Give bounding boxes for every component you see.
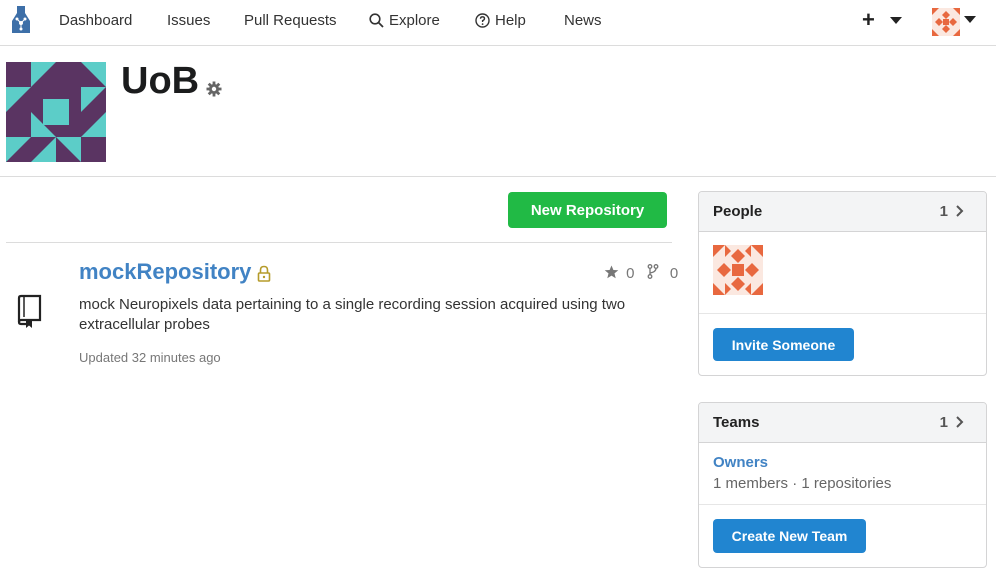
repo-stats: 0 0 <box>604 264 678 283</box>
team-list-item: Owners 1 members · 1 repositories <box>699 443 986 505</box>
fork-count: 0 <box>669 265 679 282</box>
teams-actions-section: Create New Team <box>699 505 986 567</box>
chevron-down-icon <box>964 16 976 23</box>
lock-icon <box>257 265 271 282</box>
people-card-header: People 1 <box>699 192 986 232</box>
nav-dashboard[interactable]: Dashboard <box>59 12 132 29</box>
chevron-right-icon[interactable] <box>954 414 966 430</box>
chevron-down-icon <box>890 17 902 24</box>
chevron-right-icon[interactable] <box>954 203 966 219</box>
nav-issues[interactable]: Issues <box>167 12 210 29</box>
nav-pull-requests[interactable]: Pull Requests <box>244 12 337 29</box>
member-avatar[interactable] <box>713 245 763 295</box>
header-divider <box>0 176 996 177</box>
gitea-logo-icon[interactable] <box>8 5 34 35</box>
create-new-team-button[interactable]: Create New Team <box>713 519 866 553</box>
nav-explore-label: Explore <box>389 12 440 29</box>
repo-description: mock Neuropixels data pertaining to a si… <box>79 296 626 333</box>
nav-help-label: Help <box>495 12 526 29</box>
repo-updated-time: Updated 32 minutes ago <box>79 350 221 365</box>
people-count-link[interactable]: 1 <box>940 203 948 220</box>
top-navbar: Dashboard Issues Pull Requests Explore H… <box>0 0 996 46</box>
star-count: 0 <box>626 265 635 282</box>
fork-icon <box>647 264 659 283</box>
repo-list-divider <box>6 242 672 243</box>
people-card: People 1 Invite Someone <box>698 191 987 376</box>
team-name-link[interactable]: Owners <box>713 454 768 471</box>
nav-news[interactable]: News <box>564 12 602 29</box>
teams-card-title: Teams <box>713 414 760 431</box>
plus-icon: + <box>862 7 875 32</box>
teams-card-header: Teams 1 <box>699 403 986 443</box>
teams-count-link[interactable]: 1 <box>940 414 948 431</box>
help-circle-icon <box>475 13 490 28</box>
team-meta: 1 members · 1 repositories <box>713 475 892 492</box>
gear-icon[interactable] <box>205 80 223 98</box>
invite-someone-button[interactable]: Invite Someone <box>713 328 854 361</box>
repo-book-icon <box>17 294 42 328</box>
people-card-title: People <box>713 203 763 220</box>
people-members-section <box>699 232 986 314</box>
org-avatar <box>6 62 106 162</box>
teams-card: Teams 1 Owners 1 members · 1 repositorie… <box>698 402 987 568</box>
repo-name-link[interactable]: mockRepository <box>79 259 251 285</box>
star-icon <box>604 265 619 283</box>
user-dropdown[interactable] <box>932 8 980 36</box>
create-dropdown[interactable]: + <box>862 7 904 33</box>
nav-help[interactable]: Help <box>475 12 526 29</box>
people-actions-section: Invite Someone <box>699 314 986 375</box>
search-icon <box>369 13 384 28</box>
user-avatar <box>932 8 960 36</box>
new-repository-button[interactable]: New Repository <box>508 192 667 228</box>
nav-explore[interactable]: Explore <box>369 12 440 29</box>
org-name: UoB <box>121 60 200 102</box>
